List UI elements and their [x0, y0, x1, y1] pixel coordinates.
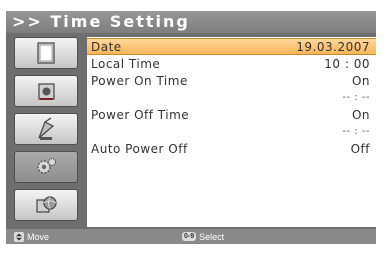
local-time-row[interactable]: Local Time 10 : 00: [87, 55, 376, 72]
time-setting-screen: >> Time Setting Date 19.03.2007 Local Ti…: [6, 11, 376, 244]
move-label: Move: [27, 231, 50, 242]
power-on-time-value: On: [351, 73, 370, 88]
auto-power-off-label: Auto Power Off: [91, 141, 188, 156]
footer-hints: Move 0-9 Select: [6, 229, 376, 244]
local-time-label: Local Time: [91, 56, 161, 71]
updown-arrows-icon: [14, 231, 24, 242]
gear-icon[interactable]: [14, 151, 78, 183]
number-keys-icon: 0-9: [182, 232, 197, 241]
power-off-time-row[interactable]: Power Off Time On: [87, 106, 376, 123]
settings-list: Date 19.03.2007 Local Time 10 : 00 Power…: [87, 37, 376, 227]
power-on-time-label: Power On Time: [91, 73, 188, 88]
auto-power-off-row[interactable]: Auto Power Off Off: [87, 140, 376, 157]
select-label: Select: [199, 231, 225, 242]
power-off-time-label: Power Off Time: [91, 107, 190, 122]
power-on-time-clock-row[interactable]: -- : --: [87, 90, 376, 104]
date-label: Date: [91, 39, 122, 54]
antenna-icon[interactable]: [14, 113, 78, 145]
page-title: >> Time Setting: [6, 11, 376, 33]
select-hint: 0-9 Select: [182, 229, 224, 244]
move-hint: Move: [14, 229, 49, 244]
power-off-time-value: On: [351, 107, 370, 122]
date-value: 19.03.2007: [296, 39, 370, 54]
date-row[interactable]: Date 19.03.2007: [87, 38, 376, 55]
auto-power-off-value: Off: [350, 141, 370, 156]
local-time-value: 10 : 00: [324, 56, 370, 71]
power-off-time-clock-value: -- : --: [342, 125, 370, 137]
satellite-dish-icon[interactable]: [14, 75, 78, 107]
sidebar: [10, 37, 82, 227]
power-on-time-row[interactable]: Power On Time On: [87, 72, 376, 89]
power-on-time-clock-value: -- : --: [342, 91, 370, 103]
globe-device-icon[interactable]: [14, 189, 78, 221]
power-off-time-clock-row[interactable]: -- : --: [87, 124, 376, 138]
tv-screen-icon[interactable]: [14, 37, 78, 69]
